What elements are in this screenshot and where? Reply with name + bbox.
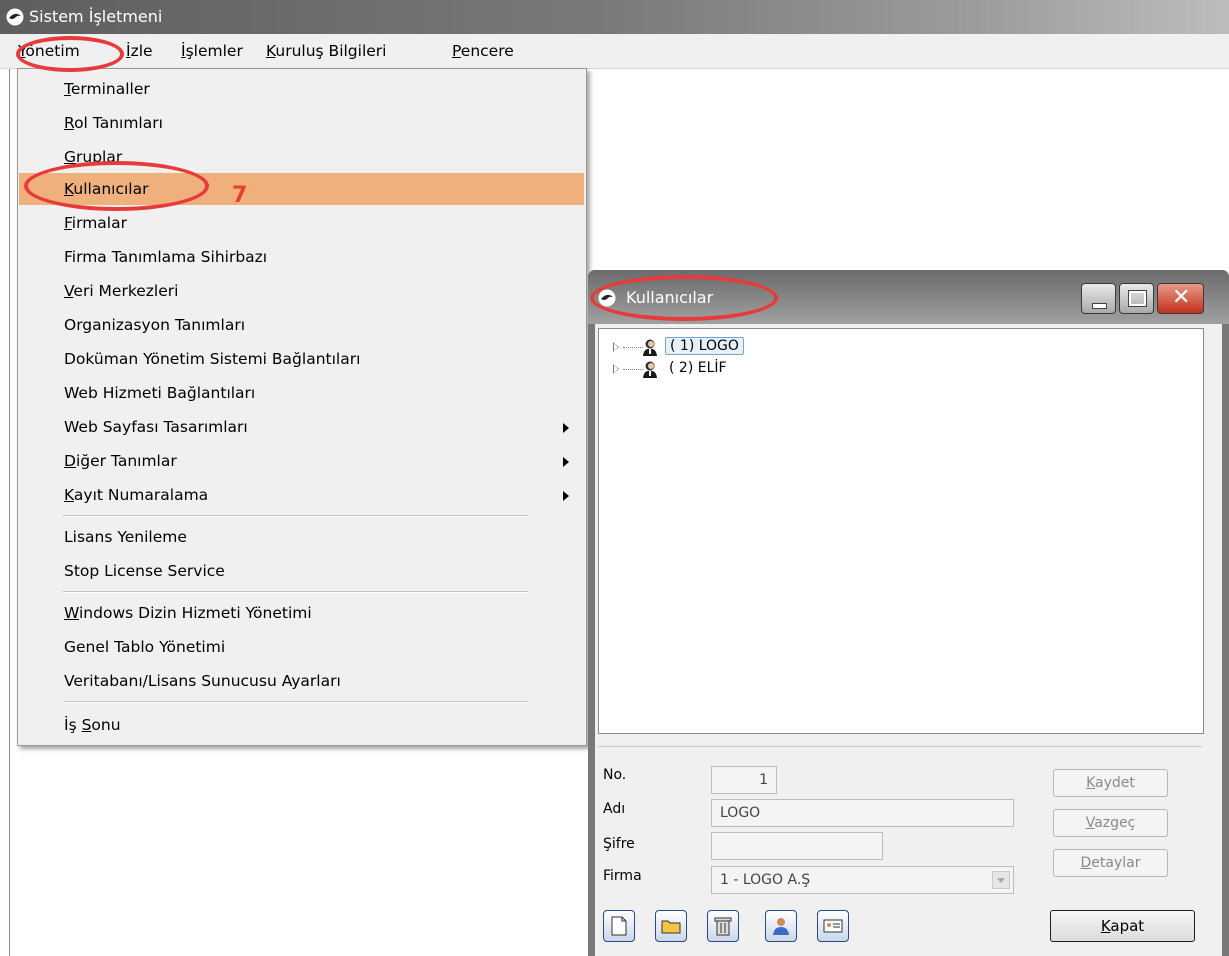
menu-item-organizasyon-tanimlari[interactable]: Organizasyon Tanımları	[19, 309, 584, 341]
menu-item-windows-dizin-hizmeti[interactable]: Windows Dizin Hizmeti Yönetimi	[19, 597, 584, 629]
close-button[interactable]: ✕	[1157, 283, 1204, 314]
user-icon	[643, 361, 657, 378]
window-body: ( 1) LOGO ( 2) ELİF No. 1 Adı LOGO Şifre…	[595, 324, 1222, 956]
menu-item-firmalar[interactable]: Firmalar	[19, 207, 584, 239]
firm-label: Firma	[603, 868, 642, 884]
app-title-bar: Sistem İşletmeni	[0, 0, 1229, 34]
user-properties-button[interactable]	[765, 910, 797, 942]
save-button[interactable]: Kaydet	[1053, 769, 1168, 797]
annotation-circle-yonetim	[16, 36, 124, 72]
menu-item-web-hizmeti-baglantilari[interactable]: Web Hizmeti Bağlantıları	[19, 377, 584, 409]
password-label: Şifre	[603, 836, 635, 852]
user-icon	[773, 918, 789, 935]
menu-item-terminaller[interactable]: Terminaller	[19, 73, 584, 105]
user-tree[interactable]: ( 1) LOGO ( 2) ELİF	[598, 328, 1204, 734]
close-icon: ✕	[1172, 285, 1191, 310]
menu-item-veritabani-lisans-ayarlari[interactable]: Veritabanı/Lisans Sunucusu Ayarları	[19, 665, 584, 697]
user-icon	[643, 339, 657, 356]
menu-pencere[interactable]: Pencere	[452, 42, 514, 60]
menu-bar: Yönetim İzle İşlemler Kuruluş Bilgileri …	[0, 34, 1229, 69]
app-title: Sistem İşletmeni	[29, 7, 163, 26]
menu-separator	[63, 701, 528, 703]
close-window-button[interactable]: Kapat	[1050, 910, 1195, 942]
menu-item-genel-tablo-yonetimi[interactable]: Genel Tablo Yönetimi	[19, 631, 584, 663]
submenu-arrow-icon	[563, 423, 569, 433]
menu-islemler[interactable]: İşlemler	[181, 42, 243, 60]
cancel-button[interactable]: Vazgeç	[1053, 809, 1168, 837]
menu-item-is-sonu[interactable]: İş Sonu	[19, 709, 584, 741]
annotation-circle-kullanicilar	[24, 161, 209, 211]
user-card-button[interactable]	[817, 910, 849, 942]
menu-item-firma-tanimlama-sihirbazi[interactable]: Firma Tanımlama Sihirbazı	[19, 241, 584, 273]
menu-izle[interactable]: İzle	[126, 42, 153, 60]
chevron-down-icon[interactable]	[992, 871, 1010, 889]
expand-icon[interactable]	[613, 342, 619, 352]
new-button[interactable]	[603, 910, 635, 942]
menu-item-kayit-numaralama[interactable]: Kayıt Numaralama	[19, 479, 584, 511]
submenu-arrow-icon	[563, 491, 569, 501]
tree-node-label[interactable]: ( 1) LOGO	[665, 337, 744, 355]
expand-icon[interactable]	[613, 364, 619, 374]
name-label: Adı	[603, 801, 626, 817]
minimize-button[interactable]	[1081, 283, 1116, 314]
menu-separator	[63, 515, 528, 517]
no-label: No.	[603, 767, 627, 783]
submenu-arrow-icon	[563, 457, 569, 467]
menu-item-lisans-yenileme[interactable]: Lisans Yenileme	[19, 521, 584, 553]
menu-item-diger-tanimlar[interactable]: Diğer Tanımlar	[19, 445, 584, 477]
no-field[interactable]: 1	[711, 766, 777, 794]
trash-icon	[714, 917, 732, 936]
menu-item-veri-merkezleri[interactable]: Veri Merkezleri	[19, 275, 584, 307]
logo-icon	[6, 8, 24, 26]
menu-separator	[63, 591, 528, 593]
password-field[interactable]	[711, 832, 883, 860]
kullanicilar-window: Kullanıcılar ✕ ( 1) LOGO (2) ELİF No. 1…	[588, 270, 1229, 956]
menu-item-rol-tanimlari[interactable]: Rol Tanımları	[19, 107, 584, 139]
menu-item-dokuman-yonetim-sistemi[interactable]: Doküman Yönetim Sistemi Bağlantıları	[19, 343, 584, 375]
tree-node-label[interactable]: ( 2) ELİF	[665, 360, 731, 376]
folder-icon	[661, 920, 681, 934]
maximize-button[interactable]	[1119, 283, 1154, 314]
name-field[interactable]: LOGO	[711, 799, 1014, 827]
annotation-circle-window-title	[590, 275, 778, 321]
menu-item-stop-license-service[interactable]: Stop License Service	[19, 555, 584, 587]
delete-button[interactable]	[707, 910, 739, 942]
menu-item-web-sayfasi-tasarimlari[interactable]: Web Sayfası Tasarımları	[19, 411, 584, 443]
open-button[interactable]	[655, 910, 687, 942]
new-document-icon	[611, 916, 627, 936]
firm-select[interactable]: 1 - LOGO A.Ş	[711, 866, 1014, 894]
mdi-border	[9, 69, 10, 956]
annotation-step-number: 7	[232, 183, 248, 208]
details-button[interactable]: Detaylar	[1053, 849, 1168, 877]
id-card-icon	[823, 919, 843, 933]
menu-kurulus-bilgileri[interactable]: Kuruluş Bilgileri	[266, 42, 386, 60]
